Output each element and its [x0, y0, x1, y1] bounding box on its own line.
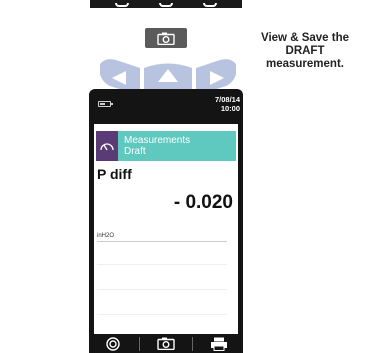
- header-line-2: Draft: [124, 146, 146, 157]
- camera-icon: [157, 32, 175, 45]
- date-time: 7/08/14 10:00: [215, 95, 240, 113]
- time: 10:00: [220, 104, 240, 113]
- header-line-1: Measurements: [124, 135, 191, 146]
- divider: [97, 264, 227, 265]
- printer-icon: [203, 3, 217, 7]
- gauge-icon: [100, 143, 114, 151]
- separator: [192, 336, 193, 351]
- target-button[interactable]: [93, 334, 133, 353]
- battery-icon: [98, 101, 113, 107]
- camera-icon: [159, 3, 173, 7]
- target-icon: [115, 3, 129, 7]
- unit-label: inH2O: [97, 233, 115, 239]
- gauge-tile: [96, 131, 118, 161]
- target-icon: [106, 336, 120, 351]
- previous-toolbar-strip: [90, 0, 242, 8]
- separator: [139, 336, 140, 351]
- arrow-keys-graphic: [100, 59, 236, 92]
- printer-icon: [211, 337, 227, 351]
- measurement-value: - 0.020: [173, 192, 233, 213]
- analyzer-device: 7/08/14 10:00 Measurements Draft P diff …: [89, 89, 243, 353]
- parameter-label: P diff: [97, 166, 132, 182]
- divider: [97, 241, 227, 242]
- camera-button[interactable]: [145, 28, 187, 48]
- date: 7/08/14: [214, 95, 240, 104]
- divider: [97, 289, 227, 290]
- device-screen: Measurements Draft P diff - 0.020 inH2O: [94, 124, 238, 334]
- bottom-toolbar: [89, 334, 243, 353]
- header-title: Measurements Draft: [118, 131, 236, 161]
- camera-icon: [157, 337, 175, 350]
- screen-header: Measurements Draft: [96, 131, 236, 161]
- status-bar: 7/08/14 10:00: [89, 89, 243, 123]
- print-button[interactable]: [199, 334, 239, 353]
- instruction-text: View & Save the DRAFT measurement.: [261, 32, 349, 70]
- divider: [97, 314, 227, 315]
- camera-button[interactable]: [146, 334, 186, 353]
